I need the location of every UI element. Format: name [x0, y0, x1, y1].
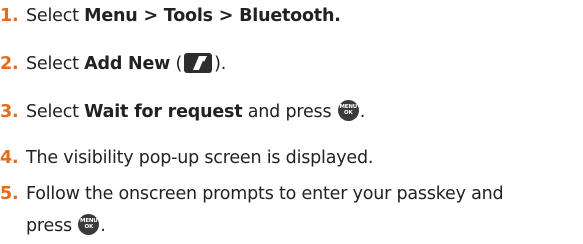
menu-path: Menu > Tools > Bluetooth.	[84, 6, 341, 26]
instruction-steps: 1. Select Menu > Tools > Bluetooth. 2. Sel…	[0, 0, 583, 244]
step-text: Select	[26, 6, 85, 26]
step-number: 1.	[0, 6, 19, 26]
step-1: 1. Select Menu > Tools > Bluetooth.	[0, 4, 341, 28]
menu-ok-key-icon: MENU OK	[337, 99, 359, 121]
step-text: ).	[214, 54, 227, 74]
step-5: 5. Follow the onscreen prompts to enter y…	[0, 182, 504, 206]
step-3: 3. Select Wait for request and press MENU…	[0, 99, 366, 124]
add-new-label: Add New	[84, 54, 171, 74]
step-text: .	[359, 102, 366, 122]
step-text: Follow the onscreen prompts to enter you…	[26, 184, 504, 204]
menu-ok-key-icon: MENU OK	[78, 213, 100, 235]
step-2: 2. Select Add New ().	[0, 52, 226, 76]
step-text: Select	[26, 54, 85, 74]
wait-for-request-label: Wait for request	[84, 102, 243, 122]
step-4: 4. The visibility pop-up screen is displa…	[0, 146, 373, 170]
step-number: 3.	[0, 102, 19, 122]
step-number: 4.	[0, 148, 19, 168]
step-number: 5.	[0, 184, 19, 204]
step-text: and press	[242, 102, 337, 122]
step-text: The visibility pop-up screen is displaye…	[26, 148, 374, 168]
step-text: .	[100, 216, 106, 236]
step-text: (	[170, 54, 183, 74]
step-number: 2.	[0, 54, 19, 74]
step-5-continuation: press MENU OK.	[26, 213, 106, 238]
step-text: press	[26, 216, 78, 236]
step-text: Select	[26, 102, 85, 122]
right-softkey-icon	[184, 53, 213, 73]
